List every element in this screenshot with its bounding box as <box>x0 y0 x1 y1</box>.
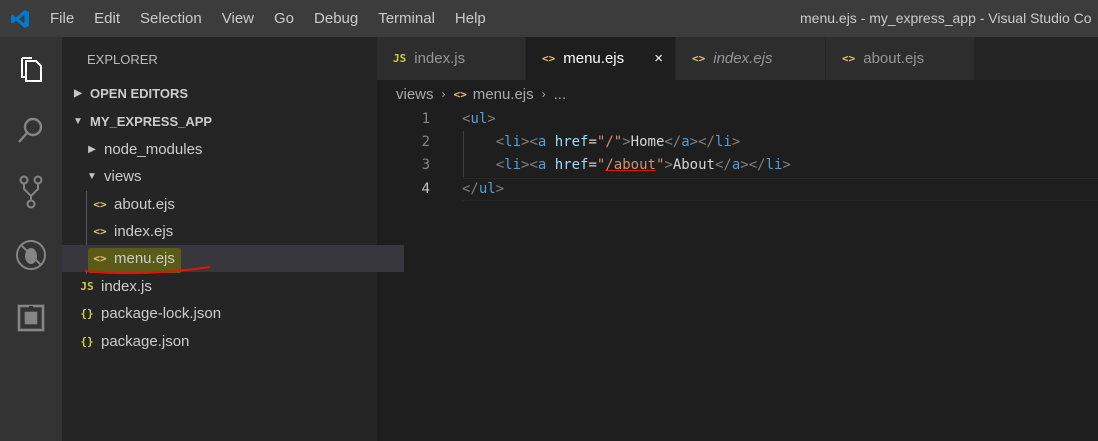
tree-item-index-ejs[interactable]: <> index.ejs <box>62 218 404 245</box>
chevron-right-icon: › <box>541 87 546 101</box>
menu-go[interactable]: Go <box>264 0 304 37</box>
current-line-highlight <box>462 178 1098 201</box>
menu-help[interactable]: Help <box>445 0 496 37</box>
tree-item-label: views <box>104 168 142 185</box>
tree-item-label: index.ejs <box>114 223 174 240</box>
source-control-icon[interactable] <box>0 167 62 217</box>
tab-index-ejs[interactable]: <> index.ejs <box>676 37 826 80</box>
title-bar: File Edit Selection View Go Debug Termin… <box>0 0 1098 37</box>
menu-file[interactable]: File <box>40 0 84 37</box>
menu-edit[interactable]: Edit <box>84 0 130 37</box>
tab-index-js[interactable]: JS index.js <box>377 37 526 80</box>
chevron-down-icon: ▼ <box>87 171 97 182</box>
tree-item-package-json[interactable]: {} package.json <box>62 328 391 355</box>
open-editors-label: OPEN EDITORS <box>90 86 189 101</box>
chevron-right-icon: › <box>441 87 446 101</box>
ejs-file-icon: <> <box>453 87 467 101</box>
explorer-sidebar: EXPLORER ▶ OPEN EDITORS ▼ MY_EXPRESS_APP… <box>62 37 404 441</box>
tree-item-about-ejs[interactable]: <> about.ejs <box>62 191 404 218</box>
open-editors-section[interactable]: ▶ OPEN EDITORS <box>62 80 387 107</box>
tree-item-label: index.js <box>101 278 152 295</box>
code-line[interactable]: <li><a href="/">Home</a></li> <box>462 131 741 154</box>
code-line[interactable]: </ul> <box>462 178 504 201</box>
tree-item-label: package-lock.json <box>101 305 222 322</box>
tree-item-views[interactable]: ▼ views <box>62 163 401 190</box>
tab-label: about.ejs <box>863 50 925 67</box>
explorer-title: EXPLORER <box>87 52 158 67</box>
line-number: 4 <box>421 181 430 197</box>
extensions-icon[interactable] <box>0 293 62 343</box>
tree-item-label: menu.ejs <box>114 250 175 267</box>
chevron-down-icon: ▼ <box>73 116 83 127</box>
close-icon[interactable]: × <box>654 50 663 67</box>
menu-debug[interactable]: Debug <box>304 0 368 37</box>
json-file-icon: {} <box>80 307 94 320</box>
tab-menu-ejs[interactable]: <> menu.ejs × <box>526 37 676 80</box>
tree-item-node-modules[interactable]: ▶ node_modules <box>62 136 401 163</box>
code-line[interactable]: <ul> <box>462 108 496 131</box>
chevron-right-icon: ▶ <box>88 144 96 155</box>
tree-item-index-js[interactable]: JS index.js <box>62 273 391 300</box>
breadcrumb-file[interactable]: menu.ejs <box>473 86 534 103</box>
explorer-icon[interactable] <box>0 45 62 95</box>
ejs-file-icon: <> <box>93 252 107 265</box>
line-number: 1 <box>421 111 430 127</box>
line-number: 3 <box>421 157 430 173</box>
breadcrumb-folder[interactable]: views <box>396 86 434 103</box>
project-label: MY_EXPRESS_APP <box>90 114 213 129</box>
ejs-file-icon: <> <box>93 225 107 238</box>
ejs-file-icon: <> <box>93 198 107 211</box>
breadcrumb: views › <> menu.ejs › ... <box>396 83 566 105</box>
tab-label: menu.ejs <box>563 50 625 67</box>
search-icon[interactable] <box>0 105 62 155</box>
json-file-icon: {} <box>80 335 94 348</box>
code-line[interactable]: <li><a href="/about">About</a></li> <box>462 154 791 177</box>
js-file-icon: JS <box>80 280 94 293</box>
window-title: menu.ejs - my_express_app - Visual Studi… <box>800 10 1092 26</box>
tree-item-label: package.json <box>101 333 190 350</box>
activity-bar <box>0 37 62 441</box>
js-file-icon: JS <box>393 52 407 65</box>
ejs-file-icon: <> <box>842 52 856 65</box>
menu-view[interactable]: View <box>212 0 264 37</box>
tree-item-package-lock-json[interactable]: {} package-lock.json <box>62 300 391 327</box>
line-number: 2 <box>421 134 430 150</box>
tree-item-label: node_modules <box>104 141 203 158</box>
tab-about-ejs[interactable]: <> about.ejs <box>826 37 975 80</box>
ejs-file-icon: <> <box>542 52 556 65</box>
debug-icon[interactable] <box>0 230 62 280</box>
tab-label: index.ejs <box>713 50 773 67</box>
breadcrumb-more[interactable]: ... <box>554 86 567 103</box>
tree-item-label: about.ejs <box>114 196 175 213</box>
editor-tab-bar: JS index.js <> menu.ejs × <> index.ejs <… <box>377 37 1098 80</box>
vscode-logo-icon <box>0 0 40 37</box>
menu-selection[interactable]: Selection <box>130 0 212 37</box>
project-section[interactable]: ▼ MY_EXPRESS_APP <box>62 108 387 135</box>
tab-label: index.js <box>414 50 466 67</box>
menu-terminal[interactable]: Terminal <box>368 0 445 37</box>
ejs-file-icon: <> <box>692 52 706 65</box>
chevron-right-icon: ▶ <box>74 88 82 99</box>
